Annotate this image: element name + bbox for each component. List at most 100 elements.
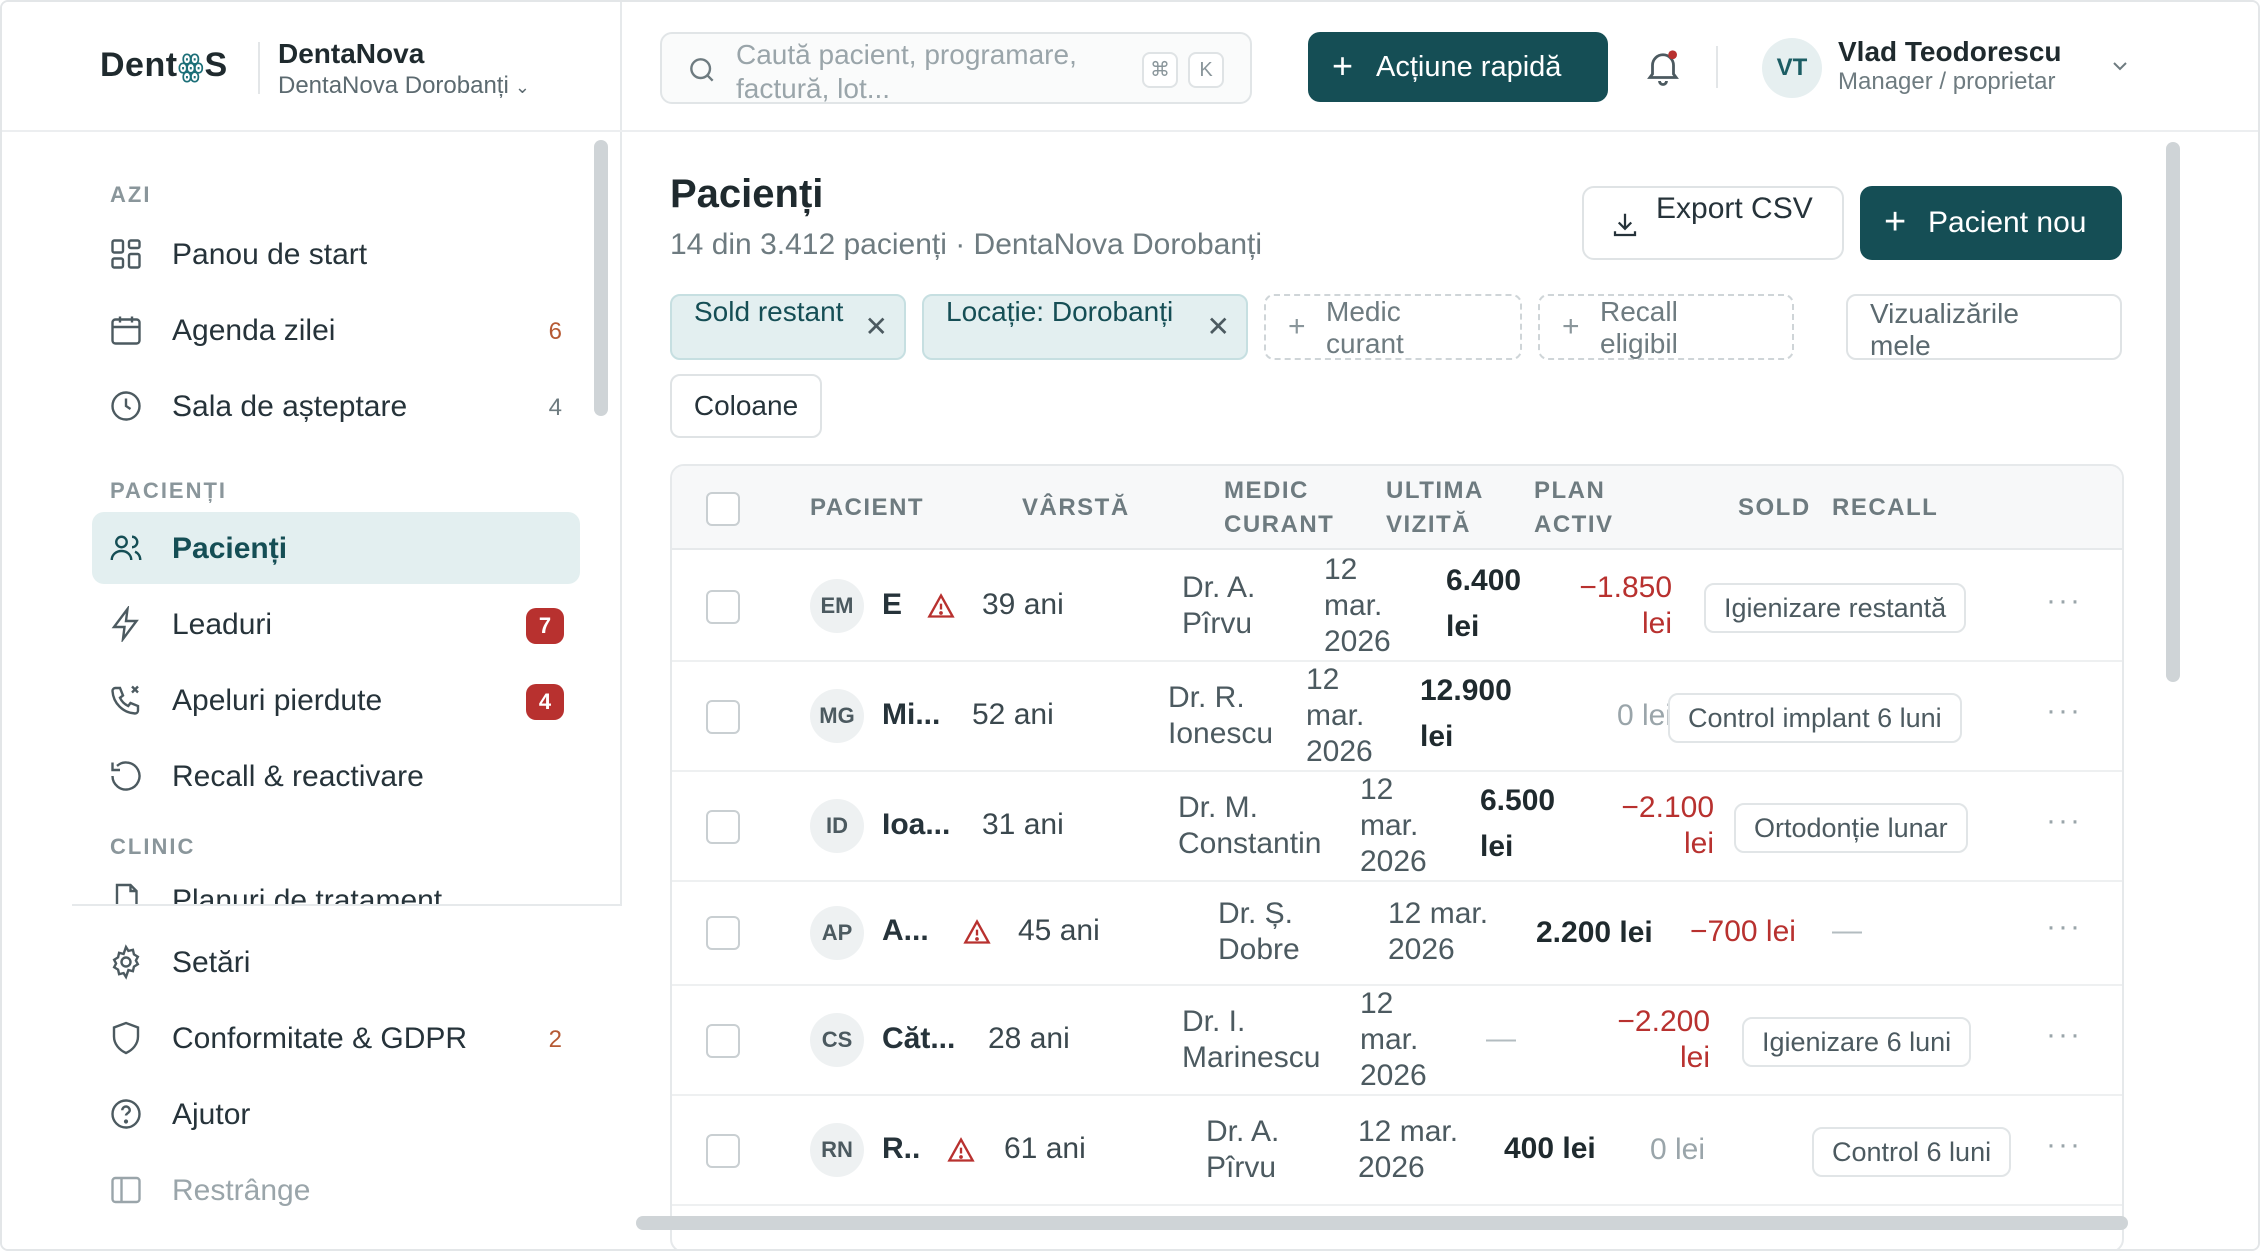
- filter-chip-label: Medic curant: [1326, 296, 1404, 359]
- row-checkbox[interactable]: [706, 700, 740, 734]
- filter-chip-add-doctor[interactable]: + Medic curant: [1264, 294, 1522, 360]
- sidebar-item-label: Pacienți: [172, 532, 288, 565]
- column-header-balance[interactable]: SOLD: [1738, 491, 1811, 525]
- horizontal-scrollbar[interactable]: [636, 1216, 2128, 1230]
- user-name[interactable]: Vlad Teodorescu: [1838, 36, 2062, 68]
- patient-doctor: Dr. A. Pîrvu: [1206, 1115, 1280, 1184]
- row-checkbox[interactable]: [706, 1024, 740, 1058]
- document-icon: [115, 883, 138, 904]
- sidebar-item-label: Agenda zilei: [172, 314, 336, 347]
- patient-last-visit: 12 mar. 2026: [1360, 987, 1427, 1092]
- search-icon: [690, 58, 714, 82]
- filter-chip-balance[interactable]: Sold restant ✕: [670, 294, 906, 360]
- patient-name[interactable]: A...: [882, 914, 929, 948]
- sidebar-item-compliance[interactable]: Conformitate & GDPR 2: [92, 1002, 580, 1074]
- patient-name[interactable]: R..: [882, 1132, 920, 1166]
- patient-doctor: Dr. Ș. Dobre: [1218, 897, 1300, 966]
- count-badge: 2: [548, 1026, 562, 1053]
- column-header-recall[interactable]: RECALL: [1832, 491, 1938, 525]
- sidebar-item-recall[interactable]: Recall & reactivare: [92, 740, 580, 812]
- search-input[interactable]: Caută pacient, programare, factură, lot.…: [736, 38, 1106, 106]
- sidebar-footer: Setări Conformitate & GDPR 2 Ajutor Rest…: [72, 904, 622, 1249]
- table-row[interactable]: MG Mi... 52 ani Dr. R. Ionescu 12 mar. 2…: [672, 662, 2122, 772]
- user-avatar[interactable]: VT: [1762, 38, 1822, 98]
- export-csv-button[interactable]: Export CSV: [1582, 186, 1844, 260]
- table-row[interactable]: CS Căt... 28 ani Dr. I. Marinescu 12 mar…: [672, 986, 2122, 1096]
- logo-text-right: S: [204, 46, 228, 84]
- bell-icon[interactable]: [1642, 44, 1684, 90]
- patient-age: 39 ani: [982, 588, 1064, 621]
- patient-name[interactable]: Mi...: [882, 698, 940, 732]
- chevron-down-icon[interactable]: [2108, 54, 2132, 78]
- row-menu-icon[interactable]: ···: [2046, 910, 2082, 944]
- sidebar-item-waiting-room[interactable]: Sala de așteptare 4: [92, 370, 580, 442]
- recall-badge: Control 6 luni: [1812, 1127, 2012, 1177]
- patient-name[interactable]: E: [882, 588, 902, 622]
- saved-views-button[interactable]: Vizualizările mele: [1846, 294, 2122, 361]
- recall-empty: —: [1832, 914, 1862, 947]
- sidebar-item-label: Sala de așteptare: [172, 390, 408, 423]
- new-patient-button[interactable]: + Pacient nou: [1860, 186, 2122, 260]
- column-header-last-visit[interactable]: ULTIMA VIZITĂ: [1386, 474, 1506, 542]
- patient-balance: −2.200 lei: [1617, 1005, 1710, 1074]
- sidebar-collapse-button[interactable]: Restrânge: [92, 1154, 580, 1226]
- app-window: DentꙮS DentaNova DentaNova Dorobanți ⌄ AZ…: [0, 0, 2260, 1251]
- sidebar-scrollbar[interactable]: [594, 140, 608, 416]
- table-row[interactable]: ID Ioa... 31 ani Dr. M. Constantin 12 ma…: [672, 772, 2122, 882]
- patient-name[interactable]: Ioa...: [882, 808, 950, 842]
- main-content: Pacienți 14 din 3.412 pacienți · DentaNo…: [624, 134, 2258, 1249]
- sidebar-item-leads[interactable]: Leaduri 7: [92, 588, 580, 660]
- rotate-ccw-icon: [111, 761, 141, 791]
- content-scrollbar[interactable]: [2166, 142, 2180, 682]
- sidebar-item-help[interactable]: Ajutor: [92, 1078, 580, 1150]
- row-menu-icon[interactable]: ···: [2046, 1128, 2082, 1162]
- patient-avatar: RN: [810, 1123, 864, 1177]
- sidebar-item-treatment-plans[interactable]: Planuri de tratament: [92, 864, 580, 904]
- count-badge: 4: [548, 394, 562, 421]
- close-icon[interactable]: ✕: [865, 312, 888, 342]
- select-all-checkbox[interactable]: [706, 492, 740, 526]
- close-icon[interactable]: ✕: [1207, 312, 1230, 342]
- column-header-patient[interactable]: PACIENT: [810, 491, 924, 525]
- patient-last-visit: 12 mar. 2026: [1306, 663, 1373, 768]
- sidebar-item-settings[interactable]: Setări: [92, 926, 580, 998]
- row-menu-icon[interactable]: ···: [2046, 694, 2082, 728]
- row-checkbox[interactable]: [706, 810, 740, 844]
- column-header-age[interactable]: VÂRSTĂ: [1022, 491, 1130, 525]
- patient-plan: 400 lei: [1504, 1132, 1596, 1165]
- recall-badge: Igienizare restantă: [1704, 583, 1967, 633]
- row-menu-icon[interactable]: ···: [2046, 584, 2082, 618]
- quick-action-button[interactable]: + Acțiune rapidă: [1308, 32, 1608, 102]
- row-menu-icon[interactable]: ···: [2046, 804, 2082, 838]
- row-checkbox[interactable]: [706, 1134, 740, 1168]
- row-checkbox[interactable]: [706, 916, 740, 950]
- clinic-switcher[interactable]: DentaNova Dorobanți ⌄: [278, 72, 530, 100]
- chevron-down-icon: ⌄: [514, 77, 530, 97]
- filter-chip-label: Locație: Dorobanți: [946, 296, 1174, 327]
- sidebar-item-missed-calls[interactable]: Apeluri pierdute 4: [92, 664, 580, 736]
- patient-last-visit: 12 mar. 2026: [1360, 773, 1427, 878]
- column-header-plan[interactable]: PLAN ACTIV: [1534, 474, 1634, 542]
- patient-plan: 2.200 lei: [1536, 916, 1653, 949]
- row-menu-icon[interactable]: ···: [2046, 1018, 2082, 1052]
- filter-chip-location[interactable]: Locație: Dorobanți ✕: [922, 294, 1248, 360]
- global-search[interactable]: Caută pacient, programare, factură, lot.…: [660, 32, 1252, 104]
- plus-icon: +: [1562, 310, 1580, 343]
- warning-icon: [927, 593, 955, 618]
- missed-call-icon: [111, 685, 140, 715]
- patient-plan: 6.500 lei: [1480, 784, 1556, 863]
- sidebar-item-agenda[interactable]: Agenda zilei 6: [92, 294, 580, 366]
- plus-icon: +: [1332, 45, 1354, 86]
- sidebar-item-dashboard[interactable]: Panou de start: [92, 218, 580, 290]
- lightning-icon: [111, 606, 139, 642]
- table-row[interactable]: RN R.. 61 ani Dr. A. Pîrvu 12 mar. 2026 …: [672, 1096, 2122, 1206]
- patient-name[interactable]: Căt...: [882, 1022, 955, 1056]
- filter-chip-add-recall[interactable]: + Recall eligibil: [1538, 294, 1794, 360]
- row-checkbox[interactable]: [706, 590, 740, 624]
- sidebar-item-patients[interactable]: Pacienți: [92, 512, 580, 584]
- columns-button[interactable]: Coloane: [670, 374, 822, 438]
- app-logo[interactable]: DentꙮS: [100, 46, 228, 85]
- table-row[interactable]: AP A... 45 ani Dr. Ș. Dobre 12 mar. 2026…: [672, 882, 2122, 986]
- table-row[interactable]: EM E 39 ani Dr. A. Pîrvu 12 mar. 2026 6.…: [672, 552, 2122, 662]
- column-header-doctor[interactable]: MEDIC CURANT: [1224, 474, 1354, 542]
